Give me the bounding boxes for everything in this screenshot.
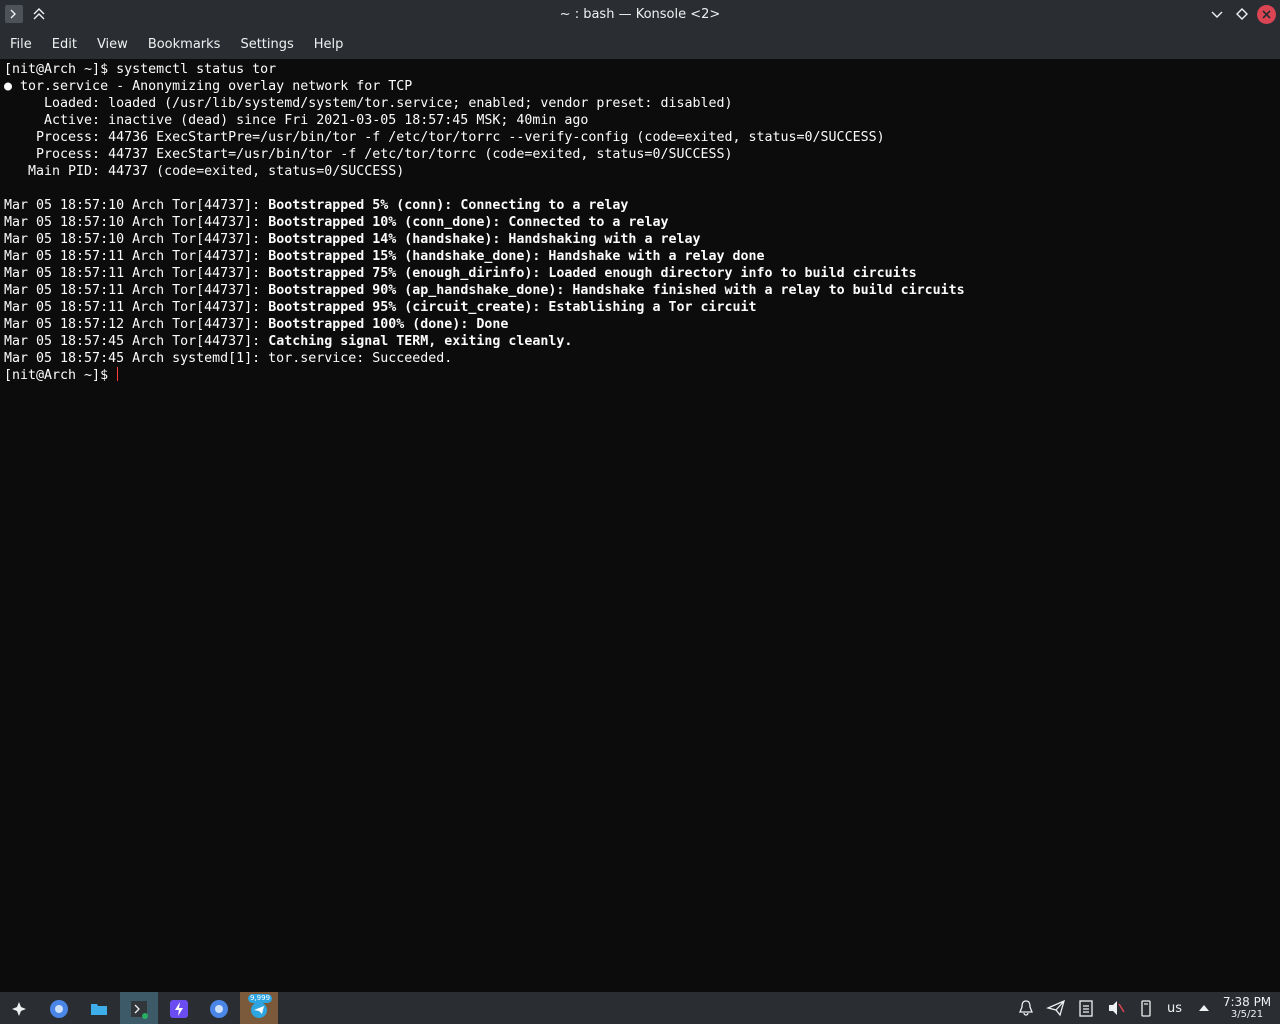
terminal-line: Main PID: 44737 (code=exited, status=0/S…	[4, 163, 1280, 180]
terminal-line: [nit@Arch ~]$	[4, 367, 1280, 384]
log-prefix: Mar 05 18:57:11 Arch Tor[44737]:	[4, 300, 269, 315]
app-launcher-button[interactable]	[0, 992, 38, 1024]
task-chromium-2[interactable]	[200, 992, 238, 1024]
line-text: Process: 44736 ExecStartPre=/usr/bin/tor…	[4, 130, 885, 145]
menu-edit[interactable]: Edit	[42, 30, 87, 59]
task-chromium[interactable]	[40, 992, 78, 1024]
line-text: Process: 44737 ExecStart=/usr/bin/tor -f…	[4, 147, 733, 162]
show-hidden-icons-arrow-icon[interactable]	[1194, 998, 1214, 1018]
notifications-icon[interactable]	[1016, 998, 1036, 1018]
taskbar: 9,999 us 7:38 PM 3/5/21	[0, 992, 1280, 1024]
window-title: ~ : bash — Konsole <2>	[559, 7, 721, 22]
app-launcher-icon	[12, 1002, 26, 1016]
log-prefix: Mar 05 18:57:11 Arch Tor[44737]:	[4, 249, 269, 264]
send-icon[interactable]	[1046, 998, 1066, 1018]
terminal-line: ● tor.service - Anonymizing overlay netw…	[4, 78, 1280, 95]
terminal-line: Mar 05 18:57:45 Arch systemd[1]: tor.ser…	[4, 350, 1280, 367]
line-text: Active: inactive (dead) since Fri 2021-0…	[4, 113, 589, 128]
log-prefix: Mar 05 18:57:10 Arch Tor[44737]:	[4, 232, 269, 247]
line-text: Main PID: 44737 (code=exited, status=0/S…	[4, 164, 405, 179]
menu-view[interactable]: View	[87, 30, 138, 59]
konsole-icon	[131, 1001, 148, 1019]
log-prefix: Mar 05 18:57:12 Arch Tor[44737]:	[4, 317, 269, 332]
terminal-line: Mar 05 18:57:10 Arch Tor[44737]: Bootstr…	[4, 214, 1280, 231]
log-message: Bootstrapped 100% (done): Done	[268, 317, 509, 332]
lightning-app-icon	[170, 1000, 188, 1018]
chromium-icon	[50, 1000, 68, 1018]
log-message: Bootstrapped 75% (enough_dirinfo): Loade…	[268, 266, 917, 281]
log-message: Bootstrapped 15% (handshake_done): Hands…	[268, 249, 765, 264]
line-text: ● tor.service - Anonymizing overlay netw…	[4, 79, 413, 94]
task-file-manager[interactable]	[80, 992, 118, 1024]
digital-clock[interactable]: 7:38 PM 3/5/21	[1218, 996, 1276, 1021]
menu-bookmarks[interactable]: Bookmarks	[138, 30, 231, 59]
task-lightning-app[interactable]	[160, 992, 198, 1024]
log-prefix: Mar 05 18:57:45 Arch Tor[44737]:	[4, 334, 269, 349]
menu-help[interactable]: Help	[304, 30, 354, 59]
log-message: Bootstrapped 14% (handshake): Handshakin…	[268, 232, 701, 247]
log-message: Catching signal TERM, exiting cleanly.	[268, 334, 573, 349]
line-text: [nit@Arch ~]$ systemctl status tor	[4, 62, 277, 77]
chromium-icon	[210, 1000, 228, 1018]
file-manager-icon	[91, 1004, 107, 1015]
terminal-line: Active: inactive (dead) since Fri 2021-0…	[4, 112, 1280, 129]
terminal-line: Mar 05 18:57:10 Arch Tor[44737]: Bootstr…	[4, 231, 1280, 248]
terminal-line: Process: 44737 ExecStart=/usr/bin/tor -f…	[4, 146, 1280, 163]
terminal-line: Mar 05 18:57:11 Arch Tor[44737]: Bootstr…	[4, 299, 1280, 316]
clipboard-icon[interactable]	[1076, 998, 1096, 1018]
log-prefix: Mar 05 18:57:11 Arch Tor[44737]:	[4, 283, 269, 298]
maximize-button[interactable]	[1233, 5, 1251, 23]
terminal-line: Mar 05 18:57:12 Arch Tor[44737]: Bootstr…	[4, 316, 1280, 333]
task-konsole[interactable]	[120, 992, 158, 1024]
terminal-line: Process: 44736 ExecStartPre=/usr/bin/tor…	[4, 129, 1280, 146]
clock-date: 3/5/21	[1230, 1009, 1264, 1020]
terminal-line: Mar 05 18:57:11 Arch Tor[44737]: Bootstr…	[4, 248, 1280, 265]
volume-muted-icon[interactable]	[1106, 998, 1126, 1018]
clock-time: 7:38 PM	[1222, 995, 1272, 1009]
log-message: Bootstrapped 5% (conn): Connecting to a …	[268, 198, 629, 213]
task-telegram[interactable]: 9,999	[240, 992, 278, 1024]
window-titlebar: ~ : bash — Konsole <2>	[0, 0, 1280, 30]
log-message: Bootstrapped 10% (conn_done): Connected …	[268, 215, 669, 230]
log-prefix: Mar 05 18:57:10 Arch Tor[44737]:	[4, 215, 269, 230]
line-text: Mar 05 18:57:45 Arch systemd[1]: tor.ser…	[4, 351, 453, 366]
terminal-line: Mar 05 18:57:10 Arch Tor[44737]: Bootstr…	[4, 197, 1280, 214]
menu-file[interactable]: File	[0, 30, 42, 59]
log-message: Bootstrapped 90% (ap_handshake_done): Ha…	[268, 283, 965, 298]
notification-badge: 9,999	[248, 994, 273, 1003]
terminal-line: Loaded: loaded (/usr/lib/systemd/system/…	[4, 95, 1280, 112]
text-cursor	[117, 367, 119, 381]
terminal-line: Mar 05 18:57:45 Arch Tor[44737]: Catchin…	[4, 333, 1280, 350]
terminal-output[interactable]: [nit@Arch ~]$ systemctl status tor ● tor.…	[0, 59, 1280, 992]
terminal-line: [nit@Arch ~]$ systemctl status tor	[4, 61, 1280, 78]
terminal-line: Mar 05 18:57:11 Arch Tor[44737]: Bootstr…	[4, 265, 1280, 282]
log-message: Bootstrapped 95% (circuit_create): Estab…	[268, 300, 757, 315]
log-prefix: Mar 05 18:57:10 Arch Tor[44737]:	[4, 198, 269, 213]
line-text: [nit@Arch ~]$	[4, 368, 117, 383]
minimize-button[interactable]	[1208, 5, 1226, 23]
terminal-line: Mar 05 18:57:11 Arch Tor[44737]: Bootstr…	[4, 282, 1280, 299]
line-text: Loaded: loaded (/usr/lib/systemd/system/…	[4, 96, 733, 111]
keyboard-layout[interactable]: us	[1167, 1001, 1182, 1016]
close-button[interactable]	[1257, 5, 1276, 24]
menu-bar: File Edit View Bookmarks Settings Help	[0, 30, 1280, 59]
usb-icon[interactable]	[1136, 998, 1156, 1018]
log-prefix: Mar 05 18:57:11 Arch Tor[44737]:	[4, 266, 269, 281]
menu-settings[interactable]: Settings	[230, 30, 303, 59]
